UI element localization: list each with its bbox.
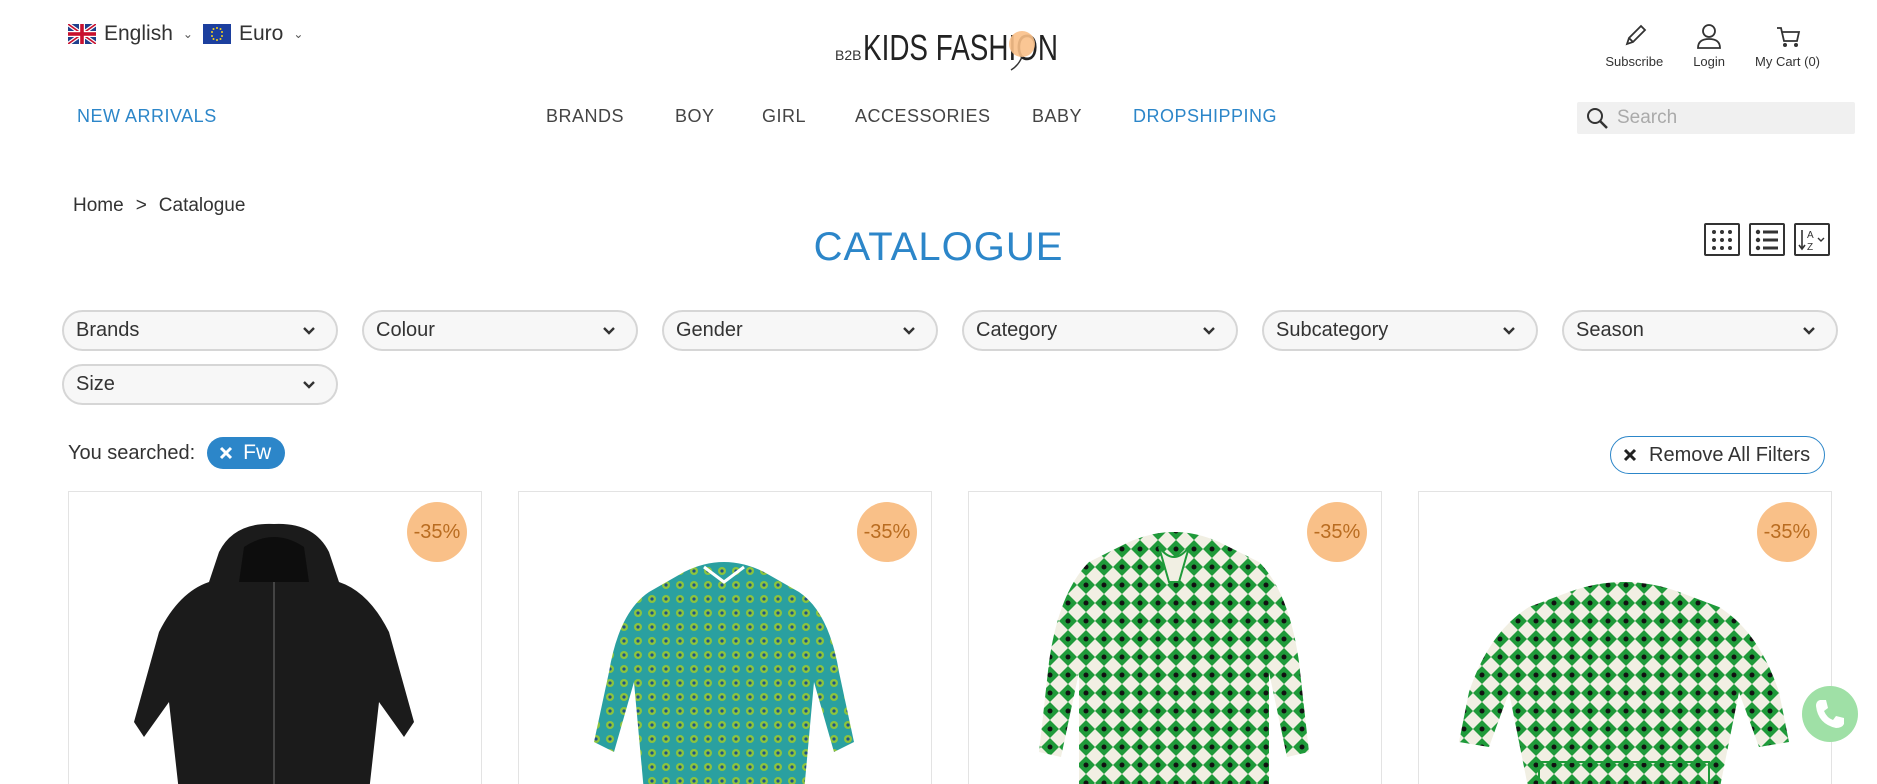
filter-label: Size (76, 373, 115, 395)
filter-size[interactable]: Size (62, 364, 338, 405)
filter-subcategory[interactable]: Subcategory (1262, 310, 1538, 351)
account-bar: Subscribe Login My Cart (0) (1605, 22, 1820, 69)
close-icon[interactable] (219, 446, 233, 460)
filter-colour[interactable]: Colour (362, 310, 638, 351)
sort-az-icon: A Z (1798, 229, 1825, 253)
chevron-down-icon: ⌄ (182, 27, 193, 41)
chevron-down-icon (303, 326, 315, 335)
svg-text:A: A (1807, 230, 1814, 241)
list-view-button[interactable] (1749, 223, 1785, 256)
close-icon (1623, 448, 1637, 462)
eu-flag-icon (202, 24, 231, 44)
product-image (1459, 582, 1789, 784)
product-card[interactable]: -35% (68, 491, 482, 784)
svg-text:Z: Z (1807, 242, 1813, 253)
chevron-down-icon (303, 380, 315, 389)
filter-label: Brands (76, 319, 140, 341)
discount-badge: -35% (857, 502, 917, 562)
filter-label: Gender (676, 319, 743, 341)
product-card[interactable]: -35% (1418, 491, 1832, 784)
locale-bar: English ⌄ Euro ⌄ (68, 22, 303, 46)
language-selector[interactable]: English ⌄ (68, 22, 193, 46)
chevron-down-icon (1203, 326, 1215, 335)
breadcrumb-separator: > (135, 195, 147, 216)
nav-boy[interactable]: BOY (675, 106, 715, 127)
chevron-down-icon (603, 326, 615, 335)
search-summary: You searched: Fw (68, 437, 286, 469)
chevron-down-icon (1803, 326, 1815, 335)
chevron-down-icon (903, 326, 915, 335)
product-card[interactable]: -35% (968, 491, 1382, 784)
subscribe-label: Subscribe (1605, 54, 1664, 69)
currency-label: Euro (238, 22, 284, 45)
filter-brands[interactable]: Brands (62, 310, 338, 351)
language-label: English (104, 22, 173, 45)
currency-selector[interactable]: Euro ⌄ (202, 22, 304, 46)
uk-flag-icon (68, 24, 96, 44)
filter-season[interactable]: Season (1562, 310, 1838, 351)
cart-icon (1776, 27, 1800, 47)
login-label: Login (1693, 54, 1725, 69)
discount-badge: -35% (407, 502, 467, 562)
phone-call-button[interactable] (1802, 686, 1858, 742)
list-icon (1755, 229, 1778, 250)
nav-brands[interactable]: BRANDS (546, 106, 624, 127)
breadcrumb: Home > Catalogue (73, 195, 245, 217)
nav-accessories[interactable]: ACCESSORIES (855, 106, 991, 127)
nav-baby[interactable]: BABY (1032, 106, 1082, 127)
search-icon[interactable] (1585, 106, 1609, 130)
logo-prefix: B2B (835, 47, 861, 63)
brand-logo[interactable]: B2B KIDS FASHION (835, 18, 1065, 74)
product-card[interactable]: -35% (518, 491, 932, 784)
discount-badge: -35% (1307, 502, 1367, 562)
page-title: CATALOGUE (813, 225, 1064, 269)
nav-girl[interactable]: GIRL (762, 106, 806, 127)
filter-gender[interactable]: Gender (662, 310, 938, 351)
remove-all-filters-button[interactable]: Remove All Filters (1610, 436, 1826, 474)
chevron-down-icon (1503, 326, 1515, 335)
product-image (594, 562, 854, 784)
cart-label: My Cart (0) (1755, 54, 1820, 69)
breadcrumb-home[interactable]: Home (73, 195, 124, 217)
pencil-icon (1625, 24, 1647, 46)
balloon-icon (1009, 31, 1035, 57)
grid-icon (1712, 229, 1732, 250)
search-term: Fw (243, 441, 272, 464)
sort-button[interactable]: A Z (1794, 223, 1830, 256)
filter-label: Category (976, 319, 1058, 341)
search-summary-label: You searched: (68, 441, 196, 464)
breadcrumb-current: Catalogue (158, 195, 246, 216)
search-input[interactable] (1617, 107, 1837, 129)
login-button[interactable]: Login (1693, 22, 1725, 69)
filter-category[interactable]: Category (962, 310, 1238, 351)
nav-dropshipping[interactable]: DROPSHIPPING (1133, 106, 1277, 127)
filter-label: Season (1576, 319, 1644, 341)
phone-icon (1816, 700, 1844, 728)
product-image (1039, 532, 1309, 784)
cart-button[interactable]: My Cart (0) (1755, 22, 1820, 69)
discount-badge: -35% (1757, 502, 1817, 562)
filter-label: Colour (376, 319, 435, 341)
grid-view-button[interactable] (1704, 223, 1740, 256)
product-image (134, 523, 414, 784)
filter-label: Subcategory (1276, 319, 1389, 341)
search-term-chip[interactable]: Fw (207, 437, 286, 469)
nav-new-arrivals[interactable]: NEW ARRIVALS (77, 106, 217, 127)
subscribe-button[interactable]: Subscribe (1605, 22, 1663, 69)
chevron-down-icon: ⌄ (293, 27, 304, 41)
view-controls: A Z (1704, 223, 1830, 256)
remove-all-label: Remove All Filters (1649, 443, 1811, 466)
user-icon (1697, 24, 1721, 49)
search-bar (1577, 102, 1855, 134)
